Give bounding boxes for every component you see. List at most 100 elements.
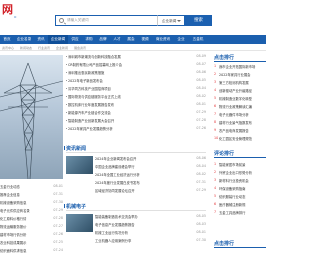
nav-item-enterprise[interactable]: 企业 — [174, 35, 188, 44]
list-item[interactable]: 2022年家具产业发展趋势分析 07-26 — [66, 126, 206, 133]
rank-item[interactable]: 6 医疗器械注册新规 — [214, 202, 266, 209]
rank-title[interactable]: 创新驱动产业升级路径 — [219, 88, 266, 93]
rank-item[interactable]: 8 建材行业景气指数发布 — [214, 120, 266, 127]
section-machinery-thumbnail[interactable] — [66, 214, 93, 232]
news-title[interactable]: CR制药有限公司产品招募网上推介会 — [68, 62, 184, 67]
list-item[interactable]: 农业科技成果展示 07-25 — [0, 240, 63, 248]
nav-item-hardware[interactable]: 五金机 — [188, 35, 208, 44]
banner-image[interactable] — [0, 55, 63, 179]
list-item[interactable]: 五金行业动态 08-01 — [0, 184, 63, 192]
nav-item-video[interactable]: 视频 — [138, 35, 152, 44]
nav-item-news[interactable]: 资讯 — [34, 35, 48, 44]
site-logo[interactable]: 网 O — [0, 3, 26, 21]
rank-item[interactable]: 9 农产品电商发展报告 — [214, 128, 266, 135]
rank-item[interactable]: 1 智能家居市场前景 — [214, 162, 266, 169]
rank-title[interactable]: 五金工具品牌排行 — [219, 210, 266, 215]
subnav-item[interactable]: 企业新闻 — [56, 46, 68, 50]
rank-item[interactable]: 5 机械制造业数字化转型 — [214, 96, 266, 103]
news-title[interactable]: 深圳推出惠民新政策措施 — [68, 70, 184, 75]
nav-item-directory[interactable]: 企业名录 — [14, 35, 34, 44]
news-title[interactable]: 国际物流与供应链服务平台正式上线 — [68, 94, 184, 99]
news-title[interactable]: 建材市场行情分析 — [0, 232, 50, 237]
list-item[interactable]: 纺织面料供求信息 07-24 — [0, 248, 63, 256]
rank-title[interactable]: 纺织服装行业动态 — [219, 194, 266, 199]
news-title[interactable]: 2024年企业新闻发布会召开 — [95, 156, 187, 161]
news-title[interactable]: 清华同方科技产业园招商项目 — [68, 86, 184, 91]
search-scope-select[interactable]: 企业新闻 — [157, 15, 185, 26]
list-item[interactable]: 机械设备采购信息 07-30 — [0, 200, 63, 208]
list-item[interactable]: 建材市场行情分析 07-26 — [0, 232, 63, 240]
news-title[interactable]: 推荐企业信息 — [0, 192, 50, 197]
list-item[interactable]: 机械工业运行情况分析 08-01 — [95, 230, 206, 237]
list-item[interactable]: 智能装备制造技术交流会举办 08-05 — [95, 214, 206, 221]
nav-item-brand[interactable]: 品牌 — [96, 35, 110, 44]
list-item[interactable]: 2024年全国工业经济运行分析 08-02 — [95, 172, 206, 179]
rank-title[interactable]: 新材料行业投资机会 — [219, 178, 266, 183]
rank-title[interactable]: 建材行业景气指数发布 — [219, 120, 266, 125]
subnav-item[interactable]: 资讯中心 — [2, 46, 14, 50]
news-title[interactable]: 机械设备采购信息 — [0, 200, 50, 205]
nav-item-expo[interactable]: 展会 — [124, 35, 138, 44]
list-item[interactable]: 清华同方科技产业园招商项目 08-04 — [66, 86, 206, 93]
news-title[interactable]: 化工原料价格行情 — [0, 216, 50, 221]
list-item[interactable]: 深圳城市新潮流与创新科技融合发展 08-09 — [66, 54, 206, 61]
list-item[interactable]: 化工原料价格行情 07-28 — [0, 216, 63, 224]
rank-item[interactable]: 3 第三方检测机构发展 — [214, 80, 266, 87]
rank-item[interactable]: 5 纺织服装行业动态 — [214, 194, 266, 201]
subnav-item[interactable]: 行业资讯 — [38, 46, 50, 50]
rank-item[interactable]: 2 2022年家具行业展会 — [214, 72, 266, 79]
rank-title[interactable]: 环保设备采购指南 — [219, 186, 266, 191]
news-title[interactable]: 2024年度行业发展白皮书发布 — [95, 180, 187, 185]
list-item[interactable]: 工业机器人应用案例分享 07-30 — [95, 238, 206, 245]
rank-title[interactable]: 农产品电商发展报告 — [219, 128, 266, 133]
nav-item-home[interactable]: 首页 — [0, 35, 14, 44]
list-item[interactable]: CR制药有限公司产品招募网上推介会 08-07 — [66, 62, 206, 69]
rank-item[interactable]: 10 化工园区安全管理规范 — [214, 136, 266, 143]
news-title[interactable]: 区域经济协同发展论坛召开 — [95, 188, 187, 193]
subnav-item[interactable]: 新闻动态 — [20, 46, 32, 50]
rank-title[interactable]: 智能家居市场前景 — [219, 162, 266, 167]
nav-item-supply[interactable]: 供应 — [68, 35, 82, 44]
list-item[interactable]: 新能源汽车产业链合作交流会 07-29 — [66, 110, 206, 117]
nav-item-talent[interactable]: 人才 — [110, 35, 124, 44]
rank-item[interactable]: 6 物流行业政策解读汇编 — [214, 104, 266, 111]
news-title[interactable]: 工业机器人应用案例分享 — [95, 238, 187, 243]
news-title[interactable]: 2022年家具产业发展趋势分析 — [68, 126, 184, 131]
list-item[interactable]: 2022年电子新品发布会 08-05 — [66, 78, 206, 85]
rank-title[interactable]: 第三方检测机构发展 — [219, 80, 266, 85]
list-item[interactable]: 国际物流与供应链服务平台正式上线 08-02 — [66, 94, 206, 101]
rank-item[interactable]: 7 五金工具品牌排行 — [214, 210, 266, 217]
news-title[interactable]: 农业科技成果展示 — [0, 240, 50, 245]
rank-item[interactable]: 4 环保设备采购指南 — [214, 186, 266, 193]
news-title[interactable]: 机械工业运行情况分析 — [95, 230, 187, 235]
rank-title[interactable]: 机械制造业数字化转型 — [219, 96, 266, 101]
news-title[interactable]: 数控机床行业年度发展报告发布 — [68, 102, 184, 107]
nav-item-company-news[interactable]: 企业新闻 — [48, 35, 68, 44]
list-item[interactable]: 推荐企业信息 07-31 — [0, 192, 63, 200]
news-title[interactable]: 电子元件供应商名录 — [0, 208, 50, 213]
news-title[interactable]: 纺织面料供求信息 — [0, 248, 50, 253]
rank-item[interactable]: 2 外贸企业出口形势分析 — [214, 170, 266, 177]
list-item[interactable]: 智能制造产业创新发展大会召开 07-28 — [66, 118, 206, 125]
rank-title[interactable]: 2022年家具行业展会 — [219, 72, 266, 77]
news-title[interactable]: 2024年全国工业经济运行分析 — [95, 172, 187, 177]
list-item[interactable]: 中国企业品牌建设峰会举行 08-04 — [95, 164, 206, 171]
list-item[interactable]: 深圳推出惠民新政策措施 08-06 — [66, 70, 206, 77]
rank-title[interactable]: 医疗器械注册新规 — [219, 202, 266, 207]
list-item[interactable]: 2024年企业新闻发布会召开 08-06 — [95, 156, 206, 163]
list-item[interactable]: 电子信息产业发展趋势报告 08-03 — [95, 222, 206, 229]
rank-item[interactable]: 7 电子元器件市场分析 — [214, 112, 266, 119]
rank-title[interactable]: 化工园区安全管理规范 — [219, 136, 266, 141]
list-item[interactable]: 2024年度行业发展白皮书发布 07-31 — [95, 180, 206, 187]
news-title[interactable]: 智能装备制造技术交流会举办 — [95, 214, 187, 219]
rank-title[interactable]: 外贸企业出口形势分析 — [219, 170, 266, 175]
rank-title[interactable]: 物流行业政策解读汇编 — [219, 104, 266, 109]
list-item[interactable]: 物流运输服务报价 07-27 — [0, 224, 63, 232]
list-item[interactable]: 电子元件供应商名录 07-29 — [0, 208, 63, 216]
list-item[interactable]: 区域经济协同发展论坛召开 07-29 — [95, 188, 206, 195]
rank-item[interactable]: 1 我市企业开拓国际新市场 — [214, 64, 266, 71]
rank-item[interactable]: 4 创新驱动产业升级路径 — [214, 88, 266, 95]
rank-title[interactable]: 电子元器件市场分析 — [219, 112, 266, 117]
subnav-item[interactable]: 展会资讯 — [74, 46, 86, 50]
nav-item-business-news[interactable]: 商业资讯 — [152, 35, 174, 44]
